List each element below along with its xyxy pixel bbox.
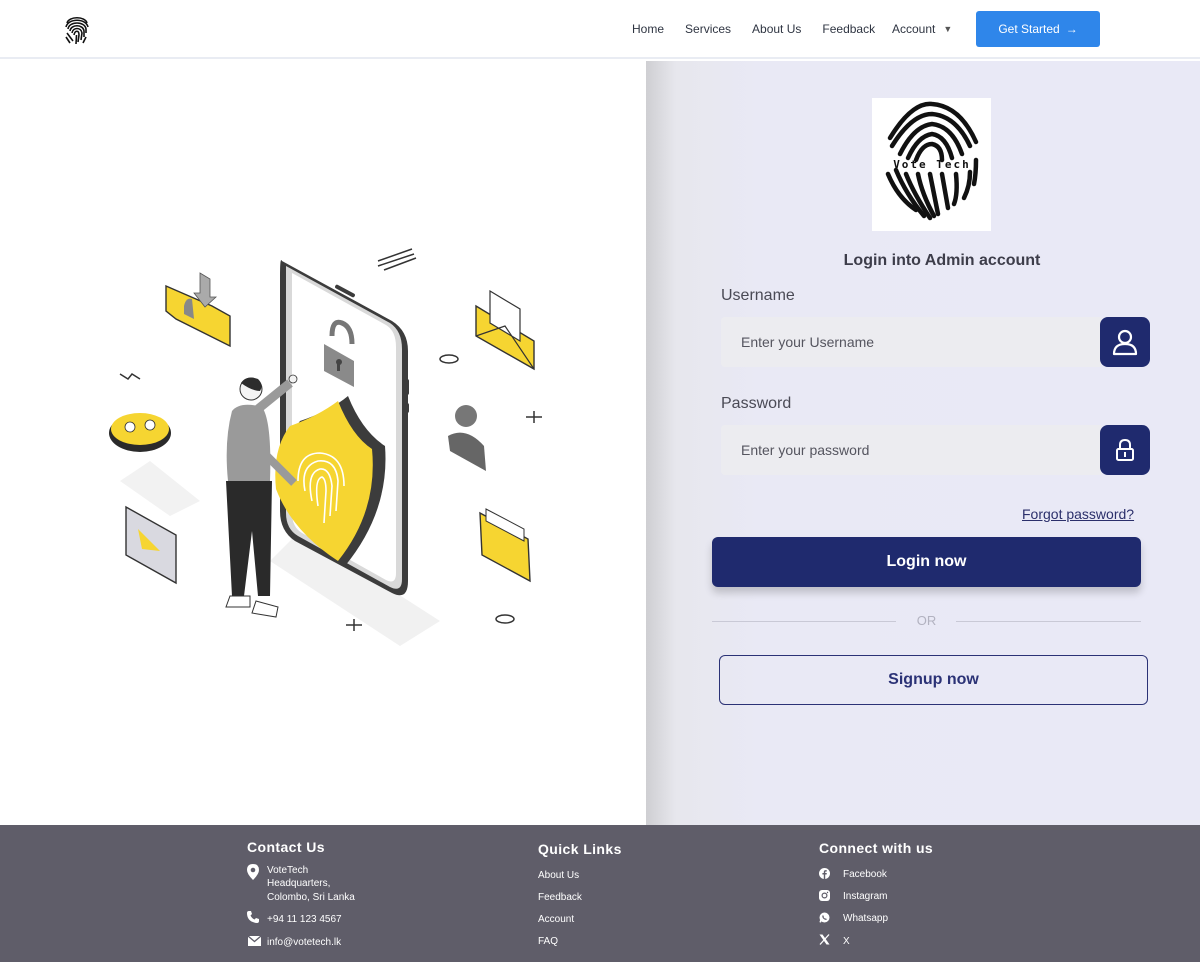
forgot-password-link[interactable]: Forgot password? <box>1022 506 1134 522</box>
get-started-label: Get Started <box>998 22 1060 36</box>
envelope-icon <box>475 289 535 371</box>
lock-icon-button[interactable] <box>1100 425 1150 475</box>
password-input[interactable]: Enter your password <box>721 425 1101 475</box>
facebook-icon <box>819 868 830 879</box>
caret-down-icon: ▼ <box>943 24 953 34</box>
user-icon <box>1112 329 1138 356</box>
instagram-icon <box>819 890 830 901</box>
nav-about-us[interactable]: About Us <box>752 22 801 36</box>
security-illustration <box>109 248 542 646</box>
username-placeholder: Enter your Username <box>741 334 875 350</box>
connect-heading: Connect with us <box>819 840 934 856</box>
nav-account-dropdown[interactable]: Account ▼ <box>892 22 952 36</box>
nav-links: Home Services About Us Feedback <box>632 22 896 36</box>
user-icon-button[interactable] <box>1100 317 1150 367</box>
user-avatar-icon <box>448 405 486 471</box>
contact-address-line1: VoteTech <box>267 865 309 876</box>
lock-icon <box>1116 438 1134 461</box>
password-placeholder: Enter your password <box>741 442 870 458</box>
contact-phone[interactable]: +94 11 123 4567 <box>267 913 342 927</box>
panel-shadow <box>646 61 676 825</box>
contact-heading: Contact Us <box>247 839 325 855</box>
username-label: Username <box>721 287 795 304</box>
brand-logo-text: Vote Tech <box>893 158 971 171</box>
nav-account-label: Account <box>892 22 936 36</box>
footer-link-faq[interactable]: FAQ <box>538 936 558 947</box>
arrow-right-icon: → <box>1065 22 1078 36</box>
get-started-button[interactable]: Get Started → <box>976 11 1100 47</box>
username-input[interactable]: Enter your Username <box>721 317 1101 367</box>
nav-home[interactable]: Home <box>632 22 664 36</box>
fingerprint-brand-icon: Vote Tech <box>885 101 979 221</box>
login-button[interactable]: Login now <box>712 537 1141 587</box>
divider-line-right <box>956 621 1141 622</box>
login-panel: Vote Tech Login into Admin account Usern… <box>646 61 1200 825</box>
or-divider: OR <box>712 613 1141 629</box>
footer-link-account[interactable]: Account <box>538 914 574 925</box>
votetech-logo: Vote Tech <box>872 98 991 231</box>
document-folder-icon <box>479 508 531 583</box>
nav-feedback[interactable]: Feedback <box>822 22 875 36</box>
footer: Contact Us VoteTech Headquarters, Colomb… <box>0 825 1200 962</box>
social-x[interactable]: X <box>843 936 850 947</box>
footer-link-feedback[interactable]: Feedback <box>538 892 582 903</box>
contact-address-line2: Headquarters, <box>267 878 331 889</box>
whatsapp-icon <box>819 912 830 923</box>
x-logo-icon <box>819 934 830 945</box>
signup-button-label: Signup now <box>888 671 979 688</box>
top-navbar: Home Services About Us Feedback Account … <box>0 0 1200 59</box>
video-player-icon <box>125 505 177 585</box>
illustration-panel <box>0 61 646 825</box>
phone-icon <box>247 911 259 923</box>
email-icon <box>248 936 261 946</box>
contact-email[interactable]: info@votetech.lk <box>267 936 341 950</box>
fingerprint-logo-icon[interactable] <box>64 13 90 45</box>
social-instagram[interactable]: Instagram <box>843 891 887 902</box>
login-title: Login into Admin account <box>843 252 1041 269</box>
login-button-label: Login now <box>886 553 967 570</box>
signup-button[interactable]: Signup now <box>719 655 1148 705</box>
nav-services[interactable]: Services <box>685 22 731 36</box>
footer-link-about-us[interactable]: About Us <box>538 870 579 881</box>
social-facebook[interactable]: Facebook <box>843 869 887 880</box>
folder-download-icon <box>165 272 231 348</box>
social-whatsapp[interactable]: Whatsapp <box>843 913 888 924</box>
contact-address-line3: Colombo, Sri Lanka <box>267 892 355 903</box>
location-pin-icon <box>247 864 259 880</box>
password-label: Password <box>721 395 792 412</box>
user-badge-icon <box>109 413 171 452</box>
quick-links-heading: Quick Links <box>538 841 622 857</box>
